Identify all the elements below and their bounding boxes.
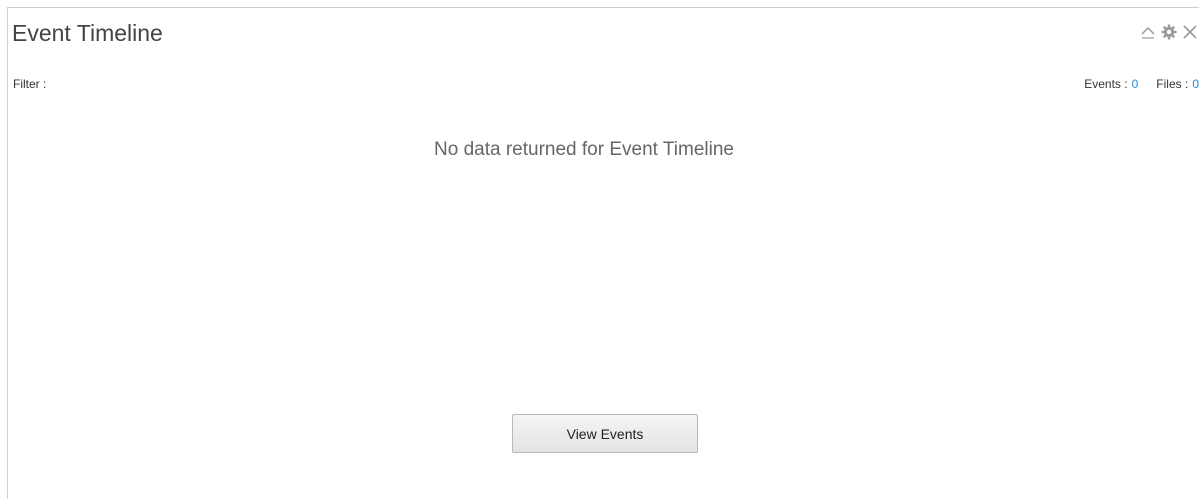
counts-summary: Events :0 Files :0 <box>1066 77 1199 91</box>
files-count-label: Files : <box>1156 77 1189 91</box>
filter-label: Filter : <box>13 77 47 91</box>
close-icon[interactable] <box>1180 22 1199 41</box>
empty-state-message: No data returned for Event Timeline <box>434 139 734 160</box>
events-count: Events : 0 <box>1084 77 1138 91</box>
files-count-value[interactable]: 0 <box>1192 77 1199 91</box>
view-events-button[interactable]: View Events <box>512 414 698 453</box>
files-count: Files :0 <box>1156 77 1199 91</box>
chevron-up-icon[interactable] <box>1138 22 1157 41</box>
panel-controls <box>1138 22 1199 41</box>
gear-icon[interactable] <box>1159 22 1178 41</box>
event-timeline-panel: Event Timeline Filter: Events: 0 Files… <box>7 7 1199 499</box>
events-count-value[interactable]: 0 <box>1132 77 1139 91</box>
events-count-label: Events : <box>1084 77 1128 91</box>
panel-title: Event Timeline <box>12 20 163 46</box>
